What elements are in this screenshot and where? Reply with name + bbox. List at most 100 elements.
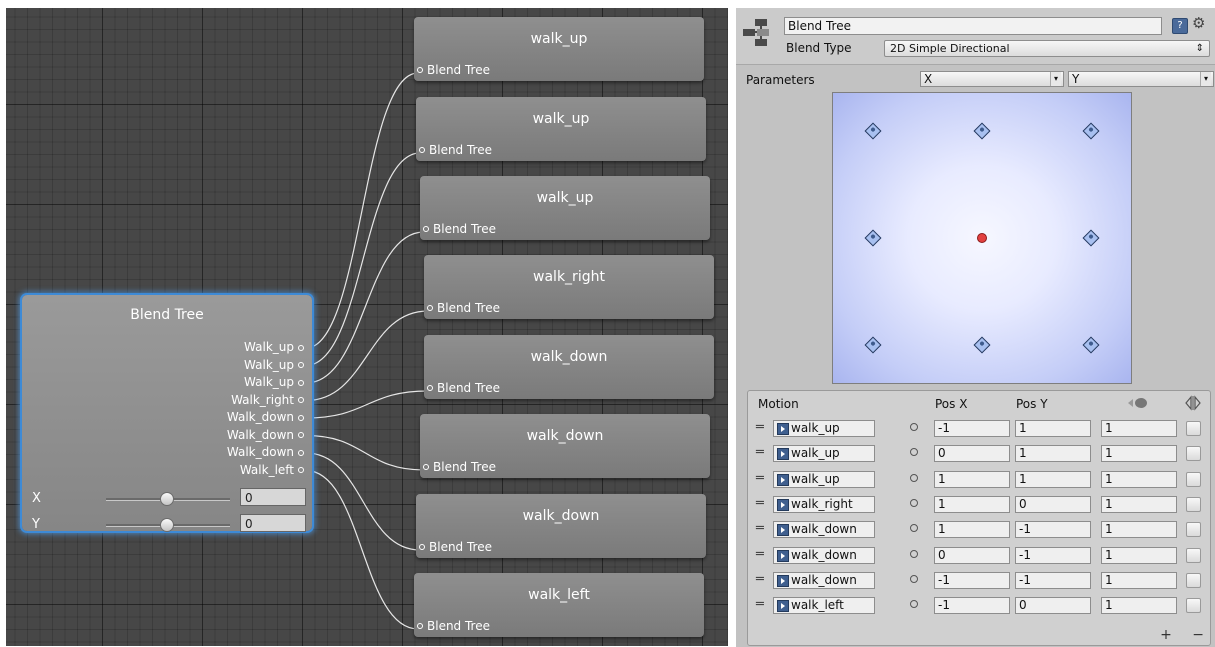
motion-node-input-port[interactable]: Blend Tree <box>417 63 490 77</box>
object-picker-icon[interactable] <box>910 473 918 482</box>
blend-tree-name-field[interactable]: Blend Tree <box>784 17 1162 35</box>
motion-clip-field[interactable]: walk_up <box>773 445 875 463</box>
motion-node-input-port[interactable]: Blend Tree <box>423 222 496 236</box>
speed-field[interactable]: 1 <box>1101 571 1177 589</box>
add-motion-button[interactable]: + <box>1160 627 1172 643</box>
posx-field[interactable]: 1 <box>934 521 1010 539</box>
blend-output-port[interactable]: Walk_left <box>227 462 304 480</box>
object-picker-icon[interactable] <box>910 600 918 609</box>
mirror-checkbox[interactable] <box>1186 572 1201 588</box>
motion-clip-field[interactable]: walk_up <box>773 420 875 437</box>
posx-field[interactable]: 0 <box>934 546 1010 564</box>
speed-field[interactable]: 1 <box>1101 597 1177 615</box>
param-x-slider-handle[interactable] <box>160 492 174 506</box>
remove-motion-button[interactable]: − <box>1192 627 1204 643</box>
motion-node-walk-up[interactable]: walk_up Blend Tree <box>414 17 704 81</box>
help-icon[interactable]: ? <box>1172 18 1188 34</box>
posy-field[interactable]: -1 <box>1015 546 1091 564</box>
motion-node-input-port[interactable]: Blend Tree <box>427 301 500 315</box>
blend-space-visualization[interactable] <box>832 92 1132 384</box>
motion-node-walk-down[interactable]: walk_down Blend Tree <box>420 414 710 478</box>
motion-node-walk-up[interactable]: walk_up Blend Tree <box>420 176 710 240</box>
posy-field[interactable]: -1 <box>1015 571 1091 589</box>
motion-node-input-port[interactable]: Blend Tree <box>419 540 492 554</box>
drag-handle-icon[interactable]: ═ <box>756 420 764 435</box>
mirror-checkbox[interactable] <box>1186 547 1201 563</box>
blend-point-marker[interactable] <box>864 336 882 354</box>
speed-field[interactable]: 1 <box>1101 445 1177 463</box>
posy-field[interactable]: 1 <box>1015 420 1091 437</box>
motion-node-walk-down[interactable]: walk_down Blend Tree <box>424 335 714 399</box>
drag-handle-icon[interactable]: ═ <box>756 547 764 562</box>
posx-field[interactable]: -1 <box>934 420 1010 437</box>
object-picker-icon[interactable] <box>910 524 918 533</box>
drag-handle-icon[interactable]: ═ <box>756 572 764 587</box>
motion-node-input-port[interactable]: Blend Tree <box>417 619 490 633</box>
drag-handle-icon[interactable]: ═ <box>756 521 764 536</box>
parameter-y-dropdown[interactable]: Y ▾ <box>1068 71 1214 87</box>
blend-output-port[interactable]: Walk_up <box>227 374 304 392</box>
drag-handle-icon[interactable]: ═ <box>756 496 764 511</box>
object-picker-icon[interactable] <box>910 549 918 558</box>
drag-handle-icon[interactable]: ═ <box>756 471 764 486</box>
motion-node-walk-down[interactable]: walk_down Blend Tree <box>416 494 706 558</box>
posx-field[interactable]: 1 <box>934 470 1010 488</box>
blend-output-port[interactable]: Walk_up <box>227 357 304 375</box>
speed-field[interactable]: 1 <box>1101 521 1177 539</box>
param-y-value-field[interactable]: 0 <box>240 514 306 532</box>
blend-point-marker[interactable] <box>864 122 882 140</box>
motion-node-input-port[interactable]: Blend Tree <box>423 460 496 474</box>
blend-tree-node[interactable]: Blend Tree Walk_up Walk_up Walk_up Walk_rig… <box>22 295 312 532</box>
mirror-checkbox[interactable] <box>1186 446 1201 462</box>
drag-handle-icon[interactable]: ═ <box>756 597 764 612</box>
object-picker-icon[interactable] <box>910 498 918 507</box>
motion-clip-field[interactable]: walk_up <box>773 470 875 488</box>
speed-field[interactable]: 1 <box>1101 546 1177 564</box>
motion-node-walk-left[interactable]: walk_left Blend Tree <box>414 573 704 637</box>
blend-output-port[interactable]: Walk_down <box>227 409 304 427</box>
current-parameter-marker[interactable] <box>977 233 987 243</box>
blend-point-marker[interactable] <box>1082 336 1100 354</box>
mirror-checkbox[interactable] <box>1186 598 1201 614</box>
posy-field[interactable]: -1 <box>1015 521 1091 539</box>
animator-graph-canvas[interactable]: Blend Tree Walk_up Walk_up Walk_up Walk_rig… <box>6 8 728 646</box>
mirror-checkbox[interactable] <box>1186 471 1201 487</box>
speed-field[interactable]: 1 <box>1101 470 1177 488</box>
motion-node-walk-up[interactable]: walk_up Blend Tree <box>416 97 706 161</box>
posy-field[interactable]: 1 <box>1015 470 1091 488</box>
mirror-checkbox[interactable] <box>1186 421 1201 436</box>
posx-field[interactable]: 1 <box>934 495 1010 513</box>
param-x-value-field[interactable]: 0 <box>240 488 306 506</box>
motion-node-walk-right[interactable]: walk_right Blend Tree <box>424 255 714 319</box>
posx-field[interactable]: -1 <box>934 597 1010 615</box>
posx-field[interactable]: 0 <box>934 445 1010 463</box>
blend-point-marker[interactable] <box>1082 229 1100 247</box>
posx-field[interactable]: -1 <box>934 571 1010 589</box>
motion-clip-field[interactable]: walk_down <box>773 521 875 539</box>
parameter-x-dropdown[interactable]: X ▾ <box>920 71 1064 87</box>
posy-field[interactable]: 0 <box>1015 495 1091 513</box>
blend-output-port[interactable]: Walk_up <box>227 339 304 357</box>
blend-point-marker[interactable] <box>1082 122 1100 140</box>
posy-field[interactable]: 1 <box>1015 445 1091 463</box>
mirror-checkbox[interactable] <box>1186 496 1201 512</box>
blend-output-port[interactable]: Walk_down <box>227 427 304 445</box>
blend-point-marker[interactable] <box>864 229 882 247</box>
blend-point-marker[interactable] <box>973 336 991 354</box>
object-picker-icon[interactable] <box>910 423 918 431</box>
motion-clip-field[interactable]: walk_left <box>773 597 875 615</box>
object-picker-icon[interactable] <box>910 448 918 457</box>
blend-output-port[interactable]: Walk_down <box>227 444 304 462</box>
motion-node-input-port[interactable]: Blend Tree <box>419 143 492 157</box>
speed-field[interactable]: 1 <box>1101 420 1177 437</box>
motion-clip-field[interactable]: walk_down <box>773 546 875 564</box>
param-y-slider-handle[interactable] <box>160 518 174 532</box>
blend-output-port[interactable]: Walk_right <box>227 392 304 410</box>
posy-field[interactable]: 0 <box>1015 597 1091 615</box>
drag-handle-icon[interactable]: ═ <box>756 445 764 460</box>
motion-clip-field[interactable]: walk_right <box>773 495 875 513</box>
motion-clip-field[interactable]: walk_down <box>773 571 875 589</box>
blend-point-marker[interactable] <box>973 122 991 140</box>
gear-icon[interactable]: ⚙ <box>1192 14 1205 32</box>
mirror-checkbox[interactable] <box>1186 522 1201 538</box>
